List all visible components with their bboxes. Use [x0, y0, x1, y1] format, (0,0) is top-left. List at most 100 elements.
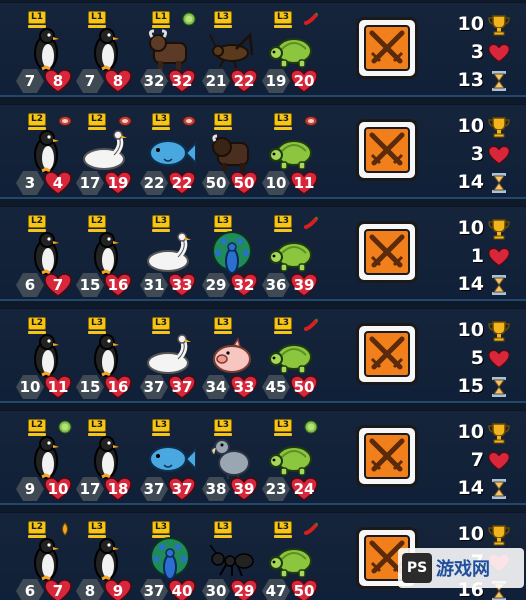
penguin-icon: [80, 431, 132, 481]
pet-penguin[interactable]: L2 10 11: [14, 313, 74, 401]
fish-icon: [144, 431, 197, 481]
attack-value: 15: [76, 273, 104, 297]
pet-penguin[interactable]: L2 67: [14, 517, 74, 600]
pet-swan[interactable]: L2 17 19: [74, 109, 134, 197]
pet-swan[interactable]: L3 37 37: [138, 313, 198, 401]
attack-value: 32: [140, 69, 168, 93]
health-value: 22: [230, 69, 258, 93]
health-value: 40: [168, 579, 196, 600]
pet-fish[interactable]: L3 37 37: [138, 415, 198, 503]
pet-stats: 17 19: [74, 171, 134, 197]
trophy-icon: [488, 14, 510, 36]
penguin-icon: [20, 329, 72, 379]
pet-turtle[interactable]: L3 19 20: [260, 7, 320, 95]
pet-dodo[interactable]: L3 38 39: [200, 415, 260, 503]
pet-fish[interactable]: L3 22 22: [138, 109, 198, 197]
health-value: 16: [104, 375, 132, 399]
attack-value: 31: [140, 273, 168, 297]
pet-stats: 67: [14, 579, 74, 600]
team-pets: L2 10 11 L3 15 16 L3 37 37 L3 34 33 L3 4…: [14, 313, 334, 401]
health-value: 9: [104, 579, 132, 600]
pet-penguin[interactable]: L2 15 16: [74, 211, 134, 299]
pet-penguin[interactable]: L2 67: [14, 211, 74, 299]
health-value: 7: [44, 273, 72, 297]
attack-value: 19: [262, 69, 290, 93]
team-pets: L2 9 10 L3 17 18 L3 37 37 L3 38 39 L3 23…: [14, 415, 334, 503]
pet-turtle[interactable]: L3 36 39: [260, 211, 320, 299]
penguin-icon: [20, 227, 72, 277]
pet-ox[interactable]: L1 32 32: [138, 7, 198, 95]
watermark-text: 游戏网: [436, 559, 490, 580]
team-row: L2 6 7 L2 15 16 L3 31 33 L3 29 32 L3 36 …: [0, 206, 526, 301]
lives-value: 5: [470, 347, 484, 369]
pet-penguin[interactable]: L1 78: [14, 7, 74, 95]
pet-stats: 17 18: [74, 477, 134, 503]
wins-counter: 10: [446, 217, 526, 243]
turtle-icon: [266, 23, 318, 73]
pet-stats: 36 39: [260, 273, 320, 299]
pet-stats: 31 33: [138, 273, 198, 299]
team-pets: L2 6 7 L2 15 16 L3 31 33 L3 29 32 L3 36 …: [14, 211, 334, 299]
health-value: 24: [290, 477, 318, 501]
battle-button[interactable]: [356, 221, 418, 283]
health-value: 50: [290, 579, 318, 600]
lives-counter: 7: [446, 449, 526, 475]
ant-icon: [206, 533, 258, 583]
pet-penguin[interactable]: L2 34: [14, 109, 74, 197]
pet-stats: 38 39: [200, 477, 260, 503]
wins-value: 10: [457, 421, 484, 443]
peacock-icon: [144, 533, 196, 583]
attack-value: 7: [16, 69, 44, 93]
battle-button[interactable]: [356, 425, 418, 487]
wins-counter: 10: [446, 13, 526, 39]
crossed-swords-icon: [364, 229, 410, 275]
pet-stats: 37 37: [138, 375, 198, 401]
pet-ant[interactable]: L3 30 29: [200, 517, 260, 600]
swan-icon: [80, 125, 132, 175]
lives-value: 3: [470, 143, 484, 165]
pet-penguin[interactable]: L3 15 16: [74, 313, 134, 401]
lives-value: 3: [470, 41, 484, 63]
attack-value: 37: [140, 477, 168, 501]
pet-pig[interactable]: L3 34 33: [200, 313, 260, 401]
pet-stats: 50 50: [200, 171, 260, 197]
attack-value: 34: [202, 375, 230, 399]
wins-counter: 10: [446, 115, 526, 141]
crossed-swords-icon: [364, 25, 410, 71]
battle-button[interactable]: [356, 323, 418, 385]
attack-value: 10: [16, 375, 44, 399]
hourglass-icon: [488, 478, 510, 500]
pet-stats: 34: [14, 171, 74, 197]
health-value: 11: [290, 171, 318, 195]
penguin-icon: [80, 329, 132, 379]
heart-icon: [488, 450, 510, 472]
health-value: 37: [168, 375, 196, 399]
pet-turtle[interactable]: L3 45 50: [260, 313, 320, 401]
wins-counter: 10: [446, 421, 526, 447]
attack-value: 8: [76, 579, 104, 600]
battle-button[interactable]: [356, 119, 418, 181]
penguin-icon: [20, 533, 72, 583]
pet-turtle[interactable]: L3 47 50: [260, 517, 320, 600]
health-value: 8: [44, 69, 72, 93]
team-pets: L2 6 7 L3 8 9 L3 37 40 L3 30 29 L3 47 50: [14, 517, 334, 600]
wins-counter: 10: [446, 523, 526, 549]
pet-penguin[interactable]: L3 89: [74, 517, 134, 600]
pet-penguin[interactable]: L1 78: [74, 7, 134, 95]
pet-peacock[interactable]: L3 29 32: [200, 211, 260, 299]
pet-penguin[interactable]: L2 9 10: [14, 415, 74, 503]
peacock-icon: [206, 227, 258, 277]
wins-value: 10: [457, 523, 484, 545]
pet-peacock[interactable]: L3 37 40: [138, 517, 198, 600]
pet-swan[interactable]: L3 31 33: [138, 211, 198, 299]
pet-turtle[interactable]: L3 10 11: [260, 109, 320, 197]
pet-bison[interactable]: L3 50 50: [200, 109, 260, 197]
pet-turtle[interactable]: L3 23 24: [260, 415, 320, 503]
battle-button[interactable]: [356, 17, 418, 79]
lives-value: 1: [470, 245, 484, 267]
pet-cricket[interactable]: L3 21 22: [200, 7, 260, 95]
pet-stats: 22 22: [138, 171, 198, 197]
pet-penguin[interactable]: L3 17 18: [74, 415, 134, 503]
pet-stats: 9 10: [14, 477, 74, 503]
attack-value: 6: [16, 579, 44, 600]
